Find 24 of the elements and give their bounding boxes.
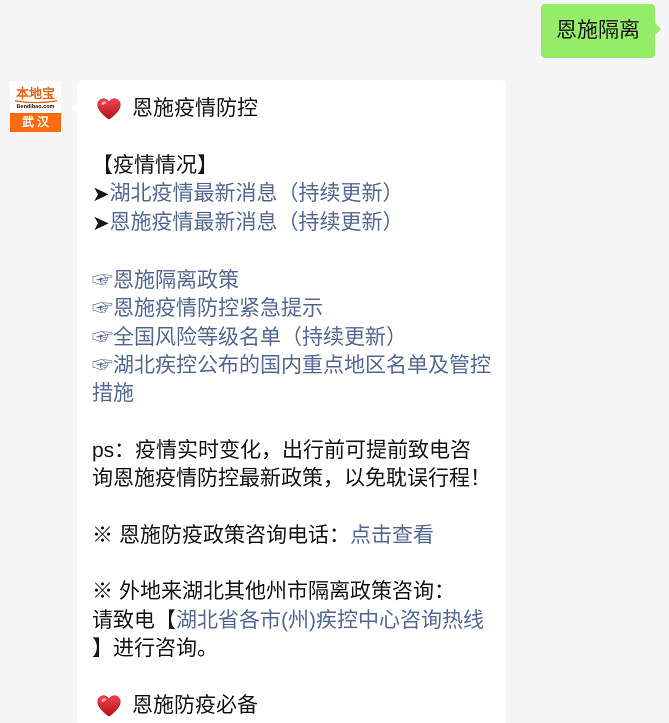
arrow-bullet: ➤ (92, 211, 110, 236)
city-label: 武汉 (10, 113, 61, 132)
text-link[interactable]: ☞恩施疫情防控紧急提示 (92, 295, 323, 324)
swoosh-icon (14, 100, 58, 104)
text-link[interactable]: ☞全国风险等级名单（持续更新） (92, 324, 407, 352)
heart-icon (97, 694, 121, 717)
text-link[interactable]: ☞湖北疾控公布的国内重点地区名单及管控措施 (92, 352, 492, 409)
text-link[interactable]: 湖北省各市(州)疾控中心咨询热线 (176, 606, 484, 635)
text-link[interactable]: 湖北疫情最新消息（持续更新） (110, 180, 404, 208)
text-link[interactable]: 恩施疫情最新消息（持续更新） (110, 209, 404, 238)
brand-name: 本地宝 (16, 87, 55, 100)
message-text: 恩施隔离 (556, 19, 640, 42)
message-text: 请致电【 (92, 608, 176, 632)
message-text: 【疫情情况】 (92, 154, 218, 177)
heart-icon (97, 98, 121, 120)
message-text: ※ 外地来湖北其他州市隔离政策咨询： (92, 580, 455, 604)
heading-text: 恩施疫情防控 (132, 96, 258, 122)
message-text: ps：疫情实时变化，出行前可提前致电咨询恩施疫情防控最新政策，以免耽误行程！ (92, 438, 491, 490)
text-link[interactable]: ☞恩施隔离政策 (92, 267, 239, 296)
message-text: ※ 恩施防疫政策咨询电话： (92, 524, 350, 547)
text-link[interactable]: 点击查看 (350, 522, 434, 550)
message-text: 】进行咨询。 (92, 636, 218, 660)
heading-text: 恩施防疫必备 (132, 692, 258, 719)
arrow-bullet: ➤ (92, 182, 110, 206)
